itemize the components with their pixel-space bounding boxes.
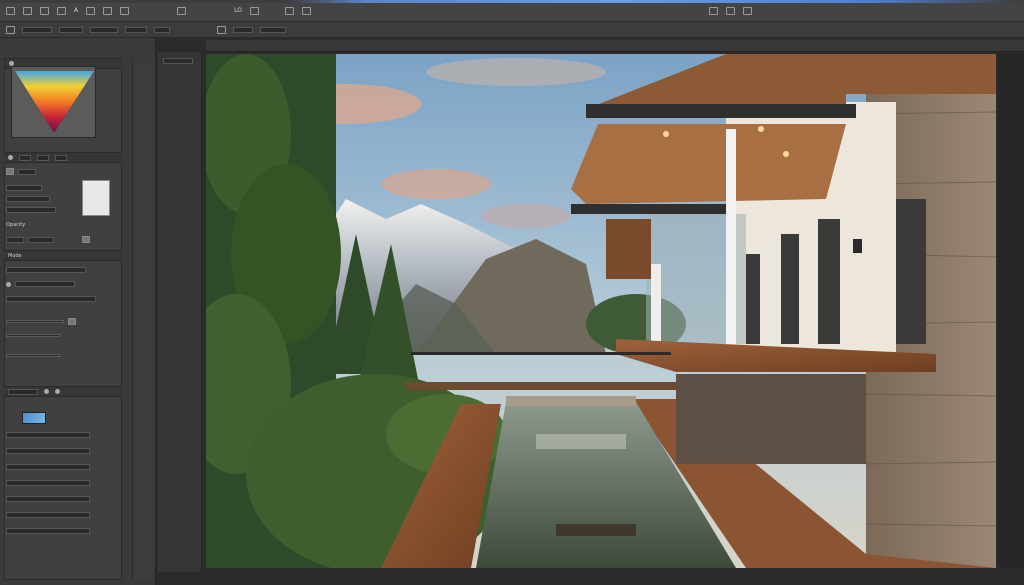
move-tool-icon[interactable] — [23, 6, 32, 15]
blend-field-2[interactable] — [28, 236, 54, 243]
layers-visibility-icon[interactable] — [55, 389, 60, 394]
layer-row-4[interactable] — [6, 480, 90, 486]
panel-row-3 — [6, 196, 50, 202]
slider-row-3 — [6, 354, 60, 357]
window-icon[interactable] — [742, 6, 752, 15]
distribute-icon[interactable] — [284, 6, 294, 15]
navigator-field[interactable] — [163, 58, 193, 64]
mode-select[interactable] — [6, 267, 86, 273]
slider-row-1 — [6, 318, 76, 325]
slider-3[interactable] — [6, 354, 60, 357]
tool-preset-icon[interactable] — [6, 25, 15, 34]
option-field-5[interactable] — [154, 26, 170, 33]
type-tool-icon[interactable] — [177, 6, 187, 15]
color-swatch[interactable] — [6, 168, 14, 175]
select-tool-icon[interactable] — [40, 6, 49, 15]
blend-swatch[interactable] — [82, 236, 90, 243]
gradient-preview[interactable] — [11, 66, 96, 138]
adjust-field-3[interactable] — [6, 207, 56, 213]
slider-2[interactable] — [6, 334, 60, 337]
brush-tool-icon[interactable] — [103, 6, 113, 15]
crop-tool-icon[interactable] — [86, 6, 96, 15]
slider-1[interactable] — [6, 320, 64, 323]
blend-field[interactable] — [6, 236, 24, 243]
panel-row-4 — [6, 207, 56, 213]
layers-lock-icon[interactable] — [44, 389, 49, 394]
opacity-label: Opacity — [6, 222, 26, 228]
adjust-field[interactable] — [6, 185, 42, 191]
layer-row-5[interactable] — [6, 496, 90, 502]
warning-icon — [6, 281, 11, 287]
lasso-tool-icon[interactable] — [57, 6, 66, 15]
canvas-artwork[interactable] — [206, 54, 996, 568]
option-field-6[interactable] — [233, 26, 253, 33]
adjustment-thumbnail[interactable] — [82, 180, 110, 216]
mode-row-3 — [6, 296, 96, 302]
panel-icon-column — [132, 58, 154, 580]
arrange-icon[interactable] — [301, 6, 311, 15]
align-icon[interactable] — [249, 6, 259, 15]
layer-row-6[interactable] — [6, 512, 90, 518]
navigator-strip — [158, 52, 202, 572]
mode-label: Mode — [8, 252, 22, 259]
home-icon[interactable] — [6, 6, 15, 15]
view-icon[interactable] — [708, 6, 718, 15]
mode-field-2[interactable] — [6, 296, 96, 302]
eraser-tool-icon[interactable] — [120, 6, 130, 15]
mode-row-1 — [6, 267, 86, 273]
menu-item-a[interactable]: A — [74, 7, 78, 14]
house-scene-image — [206, 54, 996, 568]
layers-filter[interactable] — [8, 388, 38, 395]
slider-swatch[interactable] — [68, 318, 76, 325]
blend-row: Opacity — [6, 222, 25, 228]
menu-bar: A LO — [0, 0, 1024, 22]
panel-header-mode[interactable]: Mode — [4, 250, 122, 261]
menu-item-lo[interactable]: LO — [234, 7, 242, 14]
option-field-3[interactable] — [90, 26, 118, 33]
panel-row-1 — [6, 168, 36, 175]
right-panel-strip — [998, 54, 1024, 568]
mode-field[interactable] — [15, 281, 75, 287]
slider-row-2 — [6, 334, 60, 337]
layers-panel-header[interactable] — [4, 386, 122, 397]
layer-row-2[interactable] — [6, 448, 90, 454]
document-tab-bar[interactable] — [206, 40, 1024, 52]
title-accent-strip — [0, 0, 1024, 3]
layer-thumbnail[interactable] — [22, 412, 46, 424]
mode-row-2 — [6, 281, 75, 287]
gradient-triangle-icon — [15, 71, 94, 133]
option-field-2[interactable] — [59, 26, 83, 33]
option-toggle-icon[interactable] — [217, 25, 226, 34]
blend-controls — [6, 236, 90, 243]
option-field-4[interactable] — [125, 26, 147, 33]
panel-header-adjust[interactable] — [4, 152, 122, 163]
layer-row-1[interactable] — [6, 432, 90, 438]
share-icon[interactable] — [725, 6, 735, 15]
layer-row-3[interactable] — [6, 464, 90, 470]
options-bar — [0, 22, 1024, 38]
layer-row-7[interactable] — [6, 528, 90, 534]
adjust-field-2[interactable] — [6, 196, 50, 202]
option-field-1[interactable] — [22, 26, 52, 33]
option-field-7[interactable] — [260, 26, 286, 33]
panel-row-2 — [6, 185, 42, 191]
